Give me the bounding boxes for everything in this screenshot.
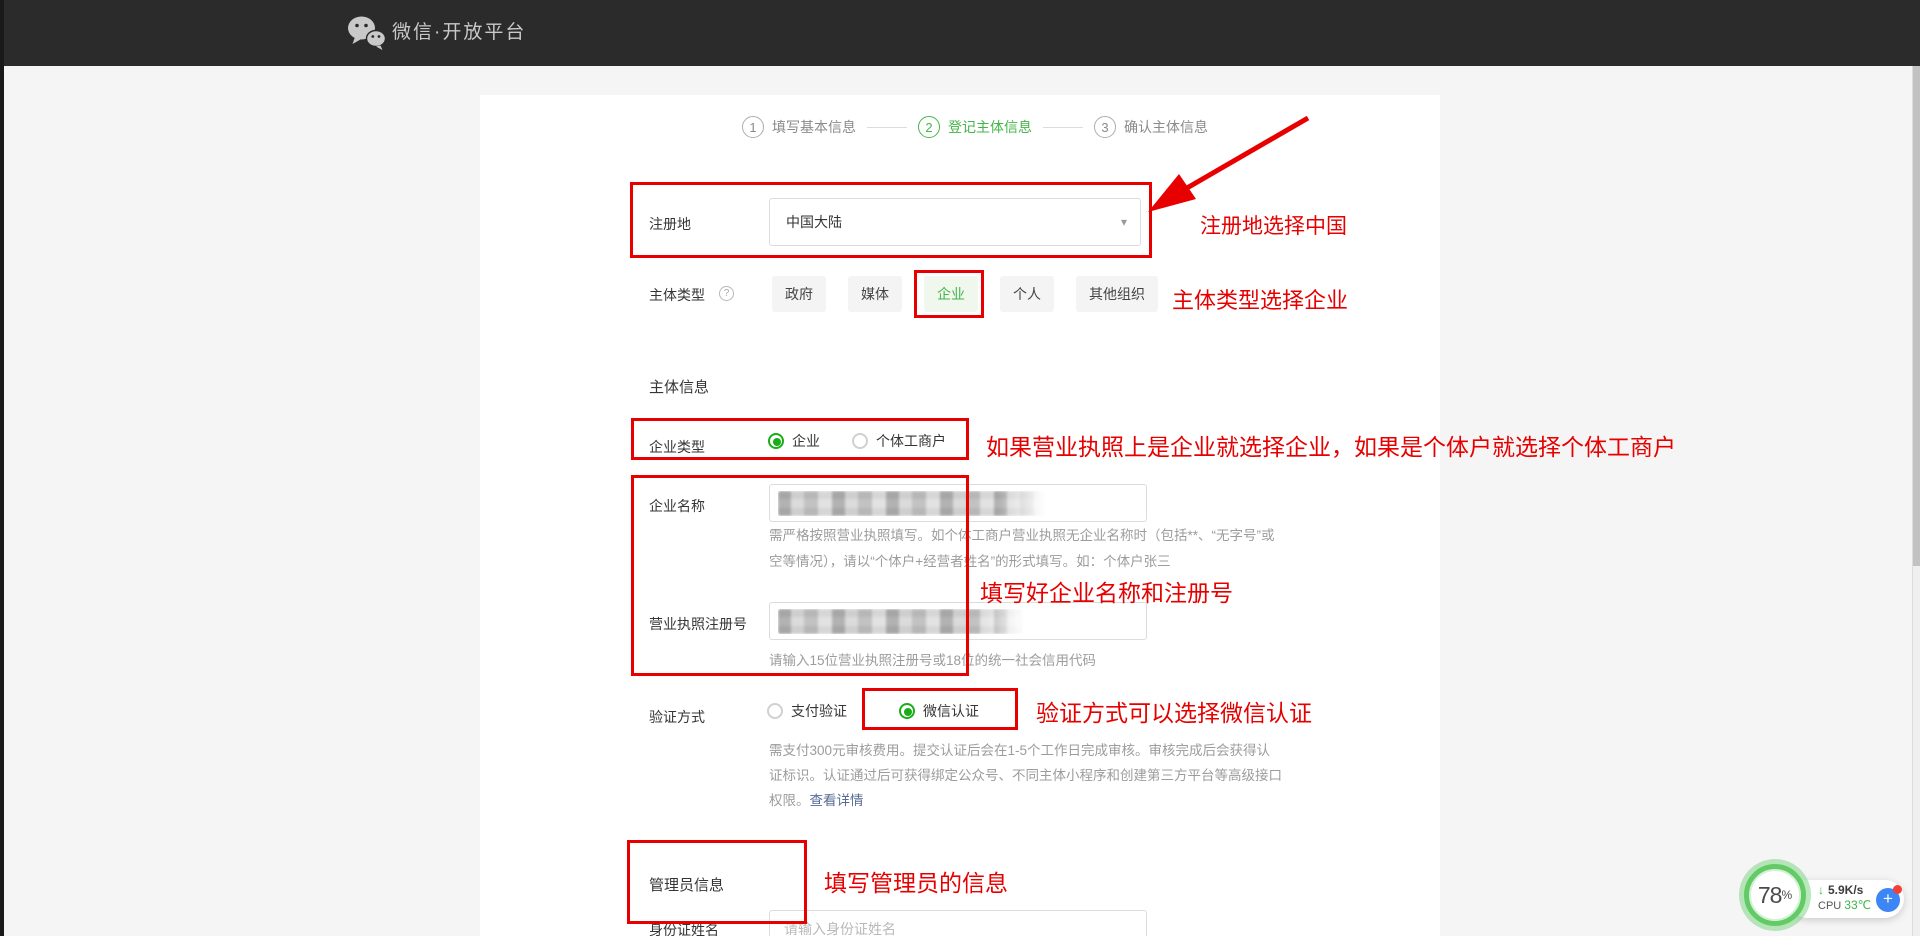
company-name-label: 企业名称 (649, 496, 705, 516)
verification-help-line3-text: 权限。 (769, 793, 810, 808)
notification-dot (1893, 885, 1902, 894)
company-type-enterprise-radio[interactable] (768, 433, 784, 449)
annotation-company-type: 如果营业执照上是企业就选择企业，如果是个体户就选择个体工商户 (986, 428, 1676, 462)
registration-area-label: 注册地 (649, 214, 691, 234)
page-scrollbar[interactable] (1912, 66, 1920, 936)
annotation-admin-info: 填写管理员的信息 (824, 864, 1008, 898)
payment-verification-radio[interactable] (767, 703, 783, 719)
company-name-input[interactable] (769, 484, 1147, 522)
question-mark-icon[interactable]: ? (719, 286, 734, 301)
registration-area-value: 中国大陆 (786, 199, 842, 245)
company-type-individual-business-radio[interactable] (852, 433, 868, 449)
subject-type-button-group: 政府 媒体 企业 个人 其他组织 (772, 276, 1158, 312)
app-root: 微信·开放平台 1 填写基本信息 2 登记主体信息 3 确认主体信息 注册地 中… (0, 0, 1920, 936)
step-indicator: 1 填写基本信息 2 登记主体信息 3 确认主体信息 (742, 116, 1208, 138)
license-number-help: 请输入15位营业执照注册号或18位的统一社会信用代码 (769, 648, 1096, 673)
step-3-number: 3 (1094, 116, 1116, 138)
progress-ring[interactable]: 78% (1744, 864, 1806, 926)
step-2: 2 登记主体信息 (918, 116, 1032, 138)
admin-info-section-title: 管理员信息 (649, 874, 724, 895)
subject-type-label: 主体类型 (649, 285, 705, 305)
view-details-link[interactable]: 查看详情 (810, 793, 864, 808)
cpu-temperature: 33℃ (1844, 898, 1871, 912)
step-2-number: 2 (918, 116, 940, 138)
verification-help-line1: 需支付300元审核费用。提交认证后会在1-5个工作日完成审核。审核完成后会获得认 (769, 738, 1270, 763)
annotation-verification: 验证方式可以选择微信认证 (1036, 694, 1312, 728)
step-1: 1 填写基本信息 (742, 116, 856, 138)
license-number-label: 营业执照注册号 (649, 614, 747, 634)
verification-help-line3: 权限。查看详情 (769, 788, 864, 813)
company-type-individual-business-label: 个体工商户 (876, 431, 946, 451)
step-2-label: 登记主体信息 (948, 117, 1032, 137)
step-3: 3 确认主体信息 (1094, 116, 1208, 138)
wechat-verification-label: 微信认证 (923, 701, 979, 721)
company-type-radio-group: 企业 个体工商户 (768, 431, 946, 451)
payment-verification-label: 支付验证 (791, 701, 847, 721)
subject-type-individual-button[interactable]: 个人 (1000, 276, 1054, 312)
progress-percent-value: 78 (1758, 882, 1782, 909)
subject-info-section-title: 主体信息 (649, 376, 709, 397)
subject-type-other-button[interactable]: 其他组织 (1076, 276, 1158, 312)
percent-sign: % (1781, 888, 1792, 902)
blurred-license-number-value (778, 609, 1024, 634)
company-type-enterprise-label: 企业 (792, 431, 820, 451)
step-3-label: 确认主体信息 (1124, 117, 1208, 137)
id-name-input[interactable] (770, 911, 1146, 936)
verification-method-label: 验证方式 (649, 707, 705, 727)
annotation-subject-type: 主体类型选择企业 (1172, 283, 1348, 315)
wechat-verification-radio[interactable] (899, 703, 915, 719)
subject-type-media-button[interactable]: 媒体 (848, 276, 902, 312)
company-name-help-line1: 需严格按照营业执照填写。如个体工商户营业执照无企业名称时（包括**、“无字号”或 (769, 523, 1275, 548)
id-name-label: 身份证姓名 (649, 920, 719, 936)
company-name-help-line2: 空等情况），请以“个体户+经营者姓名”的形式填写。如：个体户张三 (769, 549, 1171, 574)
brand-title: 微信·开放平台 (392, 0, 526, 66)
step-divider (867, 127, 907, 128)
annotation-registration-area: 注册地选择中国 (1200, 210, 1347, 240)
subject-type-enterprise-button[interactable]: 企业 (924, 276, 978, 312)
step-divider (1043, 127, 1083, 128)
verification-help-line2: 证标识。认证通过后可获得绑定公众号、不同主体小程序和创建第三方平台等高级接口 (769, 763, 1282, 788)
scrollbar-thumb[interactable] (1913, 66, 1920, 566)
network-speed-value: 5.9K/s (1828, 883, 1863, 897)
download-arrow-icon: ↓ (1818, 883, 1824, 897)
registration-area-select[interactable]: 中国大陆 ▾ (769, 198, 1141, 246)
top-header-bar: 微信·开放平台 (0, 0, 1920, 66)
subject-type-government-button[interactable]: 政府 (772, 276, 826, 312)
verification-method-radio-group: 支付验证 微信认证 (767, 701, 979, 721)
step-1-number: 1 (742, 116, 764, 138)
id-name-field-wrap (769, 910, 1147, 936)
annotation-name-and-license: 填写好企业名称和注册号 (980, 574, 1233, 608)
chevron-down-icon: ▾ (1121, 199, 1127, 245)
cpu-label: CPU (1818, 900, 1841, 912)
company-type-label: 企业类型 (649, 437, 705, 457)
wechat-logo-icon (346, 15, 388, 56)
blurred-company-name-value (778, 491, 1046, 516)
left-edge-strip (0, 0, 4, 936)
step-1-label: 填写基本信息 (772, 117, 856, 137)
